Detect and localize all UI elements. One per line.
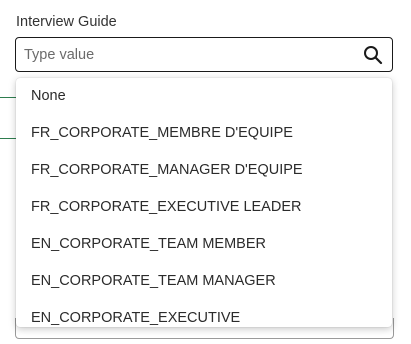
option-fr-executive-leader[interactable]: FR_CORPORATE_EXECUTIVE LEADER	[16, 189, 392, 226]
option-fr-manager-equipe[interactable]: FR_CORPORATE_MANAGER D'EQUIPE	[16, 152, 392, 189]
interview-guide-picker: Interview Guide None FR_CORPORATE_MEMBRE…	[0, 0, 411, 344]
options-dropdown: None FR_CORPORATE_MEMBRE D'EQUIPE FR_COR…	[16, 78, 392, 327]
background-divider	[0, 138, 16, 139]
background-divider	[0, 97, 16, 98]
search-input[interactable]	[24, 38, 344, 71]
field-label: Interview Guide	[16, 14, 117, 30]
option-en-executive[interactable]: EN_CORPORATE_EXECUTIVE	[16, 300, 392, 327]
option-none[interactable]: None	[16, 78, 392, 115]
search-field[interactable]	[15, 37, 393, 72]
option-en-team-manager[interactable]: EN_CORPORATE_TEAM MANAGER	[16, 263, 392, 300]
option-en-team-member[interactable]: EN_CORPORATE_TEAM MEMBER	[16, 226, 392, 263]
option-fr-membre-equipe[interactable]: FR_CORPORATE_MEMBRE D'EQUIPE	[16, 115, 392, 152]
search-icon[interactable]	[363, 45, 383, 65]
